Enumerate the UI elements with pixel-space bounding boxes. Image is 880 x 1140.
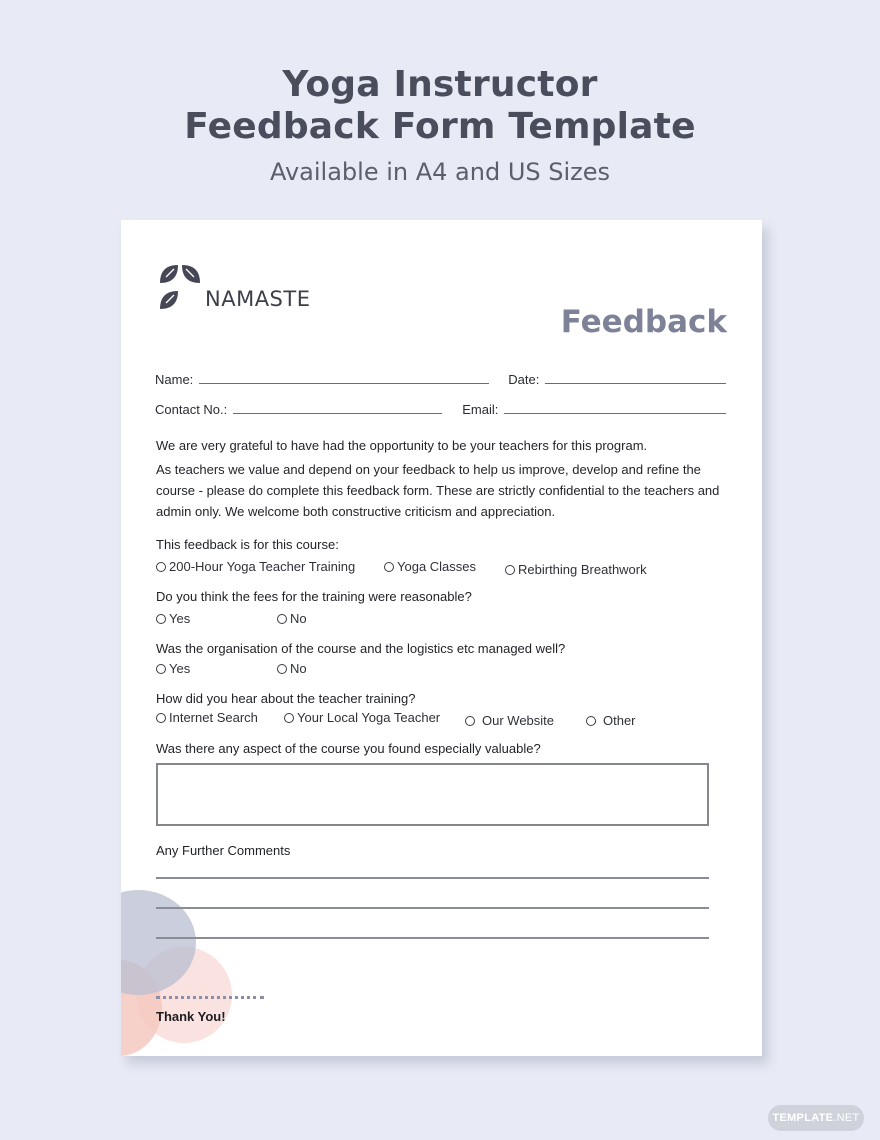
intro-line: We are very grateful to have had the opp… [156,438,648,453]
radio-icon[interactable] [277,613,287,624]
option-label: Yes [169,661,191,676]
hero-title-line-1: Yoga Instructor [282,64,598,105]
document-title: Feedback [560,304,727,340]
hero-header: Yoga Instructor Feedback Form Template A… [0,64,880,186]
option-label: 200-Hour Yoga Teacher Training [169,559,356,574]
intro-paragraph: As teachers we value and depend on your … [156,462,720,519]
option-label: Rebirthing Breathwork [518,562,647,577]
option-label: Your Local Yoga Teacher [297,710,441,725]
contact-label: Contact No.: [155,402,228,417]
watermark-light: .NET [833,1112,860,1124]
hero-subtitle: Available in A4 and US Sizes [269,158,611,186]
hero-title-line-2: Feedback Form Template [184,106,696,147]
comment-line-1[interactable] [156,877,709,879]
comment-line-2[interactable] [156,907,709,909]
option-label: Yes [169,611,191,626]
option-label: Other [603,713,636,728]
brand-name: NAMASTE [205,287,311,311]
radio-icon[interactable] [156,561,166,572]
watermark-bold: TEMPLATE [772,1112,834,1124]
option-label: No [290,611,307,626]
radio-icon[interactable] [156,663,166,674]
valuable-aspect-textarea[interactable] [156,763,709,826]
thank-you-text: Thank You! [156,1009,226,1024]
name-date-row: Name: Date: [155,372,726,387]
radio-icon[interactable] [277,663,287,674]
option-local-yoga-teacher[interactable]: Your Local Yoga Teacher [284,710,440,725]
option-200-hour-training[interactable]: 200-Hour Yoga Teacher Training [156,559,355,574]
email-label: Email: [462,402,499,417]
option-label: Yoga Classes [397,559,477,574]
radio-icon[interactable] [156,613,166,624]
question-organisation: Was the organisation of the course and t… [156,641,566,656]
comments-label: Any Further Comments [156,843,291,858]
comment-line-3[interactable] [156,937,709,939]
option-yes[interactable]: Yes [156,661,190,676]
contact-email-row: Contact No.: Email: [155,402,726,417]
email-field[interactable] [504,413,726,414]
question-referral: How did you hear about the teacher train… [156,691,416,706]
radio-icon[interactable] [505,564,515,575]
lotus-petals-icon [160,265,200,309]
date-field[interactable] [545,383,726,384]
option-label: Our Website [482,713,555,728]
option-label: No [290,661,307,676]
radio-icon[interactable] [284,712,294,723]
feedback-form-page: NAMASTE Feedback Name: Date: Contact No.… [121,220,762,1056]
name-label: Name: [155,372,194,387]
radio-icon[interactable] [384,561,394,572]
option-yoga-classes[interactable]: Yoga Classes [384,559,476,574]
dotted-divider [156,996,264,999]
option-no[interactable]: No [277,661,307,676]
name-field[interactable] [199,383,490,384]
radio-icon[interactable] [465,715,475,726]
radio-icon[interactable] [586,715,596,726]
option-rebirthing-breathwork[interactable]: Rebirthing Breathwork [505,562,647,577]
question-fees: Do you think the fees for the training w… [156,589,472,604]
radio-icon[interactable] [156,712,166,723]
intro-text: We are very grateful to have had the opp… [156,435,736,522]
question-valuable-aspect: Was there any aspect of the course you f… [156,741,541,756]
option-label: Internet Search [169,710,258,725]
option-internet-search[interactable]: Internet Search [156,710,258,725]
option-no[interactable]: No [277,611,307,626]
watermark-badge: TEMPLATE .NET [768,1105,864,1131]
brand-logo: NAMASTE [156,263,311,311]
option-yes[interactable]: Yes [156,611,190,626]
contact-field[interactable] [233,413,443,414]
date-label: Date: [508,372,540,387]
option-other[interactable]: Other [586,713,636,728]
question-course: This feedback is for this course: [156,537,339,552]
option-our-website[interactable]: Our Website [465,713,554,728]
